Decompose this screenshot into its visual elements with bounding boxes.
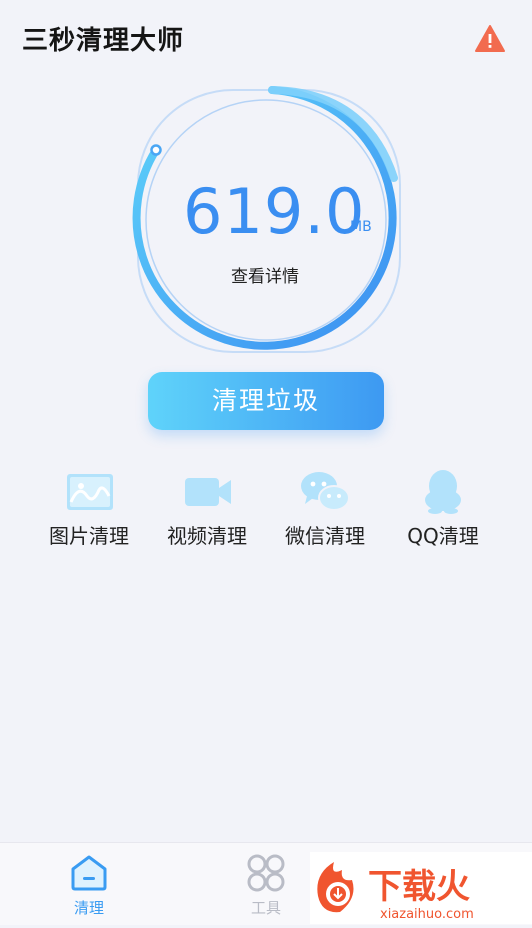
feature-video-clean[interactable]: 视频清理 — [148, 460, 266, 560]
app-header: 三秒清理大师 — [0, 0, 532, 80]
tab-label: 清理 — [73, 899, 104, 917]
warning-triangle-icon[interactable] — [474, 24, 506, 54]
feature-label: 微信清理 — [285, 524, 365, 548]
feature-image-clean[interactable]: 图片清理 — [30, 460, 148, 560]
svg-text:下载火: 下载火 — [368, 867, 470, 907]
junk-size-unit: MB — [350, 219, 372, 235]
watermark-logo: 下载火 xiazaihuo.com — [310, 852, 532, 924]
qq-penguin-icon — [415, 466, 471, 514]
home-icon — [69, 853, 109, 893]
junk-size-value: 619.0 — [183, 175, 366, 248]
feature-label: 视频清理 — [167, 524, 247, 548]
feature-shortcuts: 图片清理 视频清理 微信清理 QQ清理 — [0, 460, 532, 560]
tab-clean[interactable]: 清理 — [24, 843, 154, 925]
view-details-link[interactable]: 查看详情 — [231, 267, 299, 287]
feature-wechat-clean[interactable]: 微信清理 — [266, 460, 384, 560]
image-icon — [61, 466, 117, 514]
feature-label: 图片清理 — [49, 524, 129, 548]
video-camera-icon — [179, 466, 235, 514]
clean-junk-button[interactable]: 清理垃圾 — [148, 372, 384, 430]
wechat-icon — [297, 466, 353, 514]
feature-label: QQ清理 — [407, 524, 479, 548]
feature-qq-clean[interactable]: QQ清理 — [384, 460, 502, 560]
app-title: 三秒清理大师 — [22, 26, 185, 56]
tools-grid-icon — [246, 853, 286, 893]
svg-text:xiazaihuo.com: xiazaihuo.com — [380, 907, 474, 922]
